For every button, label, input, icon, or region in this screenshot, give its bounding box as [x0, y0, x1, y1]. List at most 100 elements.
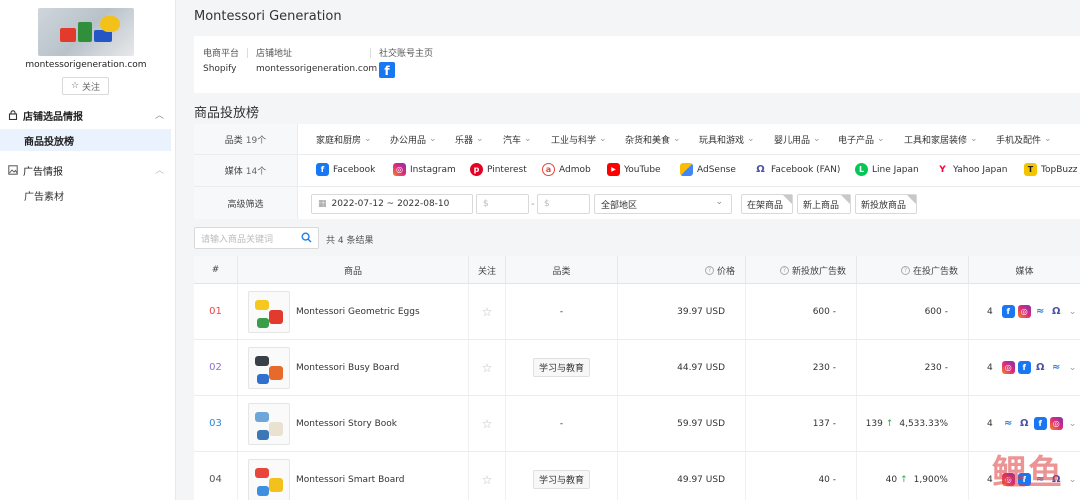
- help-icon: ?: [779, 265, 789, 275]
- instagram-icon: ◎: [1017, 305, 1031, 318]
- tag-new-ads[interactable]: 新投放商品: [855, 194, 917, 214]
- col-new-ads[interactable]: ? 新投放广告数: [746, 256, 857, 284]
- facebook-icon[interactable]: f: [379, 62, 395, 78]
- media-facebook[interactable]: f Facebook: [316, 163, 375, 176]
- media-icons: 4 f ◎ ≈ Ω ⌄: [987, 305, 1076, 318]
- price-min-input[interactable]: $: [476, 194, 529, 214]
- product-thumbnail[interactable]: [248, 458, 290, 500]
- table-header: # 商品 关注 品类 ? 价格 ? 新投放广告数 ? 在投广告数 媒体: [194, 256, 1080, 284]
- media-instagram[interactable]: ◎ Instagram: [393, 163, 456, 176]
- platform-value: Shopify: [203, 64, 237, 74]
- media-youtube[interactable]: ▶ YouTube: [607, 163, 661, 176]
- new-ads-count: 40 -: [818, 474, 836, 485]
- table-row[interactable]: 01 Montessori Geometric Eggs ☆ - 39.97 U…: [194, 284, 1080, 340]
- watermark-logo: 鲤鱼: [992, 453, 1064, 493]
- messenger-icon: ≈: [1001, 417, 1015, 430]
- star-icon[interactable]: ☆: [482, 473, 493, 487]
- search-icon[interactable]: [301, 232, 312, 246]
- tag-new-listed[interactable]: 新上商品: [797, 194, 851, 214]
- media-pinterest[interactable]: p Pinterest: [470, 163, 527, 176]
- messenger-icon: ≈: [1033, 305, 1047, 318]
- product-name[interactable]: Montessori Story Book: [296, 419, 397, 429]
- category-industrial[interactable]: 工业与科学: [551, 133, 607, 146]
- follow-button[interactable]: ☆ 关注: [62, 77, 109, 95]
- nav-group-shop-intel[interactable]: 店铺选品情报 ︿: [0, 105, 176, 125]
- store-value[interactable]: montessorigeneration.com: [256, 64, 377, 74]
- category-electronics[interactable]: 电子产品: [838, 133, 885, 146]
- line-icon: L: [855, 163, 868, 176]
- table-row[interactable]: 04 Montessori Smart Board ☆ 学习与教育 49.97 …: [194, 452, 1080, 500]
- col-follow: 关注: [469, 256, 506, 284]
- chevron-up-icon[interactable]: ︿: [155, 108, 164, 121]
- col-category: 品类: [506, 256, 618, 284]
- category-filter-row: 品类 19个 家庭和厨房 办公用品 乐器 汽车 工业与科学 杂货和美食 玩具和游…: [194, 124, 1080, 155]
- chevron-down-icon[interactable]: ⌄: [1069, 419, 1077, 429]
- page-title: Montessori Generation: [194, 9, 342, 24]
- product-name[interactable]: Montessori Busy Board: [296, 363, 399, 373]
- lock-icon: [8, 110, 18, 120]
- product-price: 44.97 USD: [677, 362, 725, 373]
- region-select[interactable]: 全部地区 ⌄: [594, 194, 732, 214]
- media-yahoo[interactable]: Y Yahoo Japan: [936, 163, 1007, 176]
- col-active-ads[interactable]: ? 在投广告数: [857, 256, 969, 284]
- new-ads-count: 600 -: [812, 306, 836, 317]
- product-search-input[interactable]: 请输入商品关键词: [194, 227, 319, 249]
- product-category: -: [559, 306, 564, 317]
- category-office[interactable]: 办公用品: [390, 133, 437, 146]
- star-icon[interactable]: ☆: [482, 305, 493, 319]
- product-name[interactable]: Montessori Smart Board: [296, 475, 405, 485]
- category-home-kitchen[interactable]: 家庭和厨房: [316, 133, 372, 146]
- image-icon: [8, 165, 18, 175]
- category-tools[interactable]: 工具和家居装修: [904, 133, 978, 146]
- star-icon[interactable]: ☆: [482, 417, 493, 431]
- rank: 04: [209, 474, 222, 485]
- shop-info-card: 电商平台 店铺地址 社交账号主页 Shopify montessorigener…: [194, 36, 1080, 93]
- media-line[interactable]: L Line Japan: [855, 163, 919, 176]
- product-price: 49.97 USD: [677, 474, 725, 485]
- chevron-up-icon[interactable]: ︿: [155, 163, 164, 176]
- product-thumbnail[interactable]: [248, 290, 290, 333]
- category-grocery[interactable]: 杂货和美食: [625, 133, 681, 146]
- category-phones[interactable]: 手机及配件: [996, 133, 1052, 146]
- help-icon: ?: [900, 265, 910, 275]
- table-row[interactable]: 03 Montessori Story Book ☆ - 59.97 USD 1…: [194, 396, 1080, 452]
- active-ads-count: 40: [885, 474, 898, 485]
- category-toys[interactable]: 玩具和游戏: [699, 133, 755, 146]
- admob-icon: a: [542, 163, 555, 176]
- chevron-down-icon[interactable]: ⌄: [1069, 363, 1077, 373]
- category-instruments[interactable]: 乐器: [455, 133, 484, 146]
- col-rank: #: [194, 256, 238, 284]
- active-ads-count: 139: [865, 418, 883, 429]
- section-title: 商品投放榜: [194, 106, 260, 121]
- active-ads-count: 600: [924, 306, 942, 317]
- category-automotive[interactable]: 汽车: [503, 133, 532, 146]
- chevron-down-icon[interactable]: ⌄: [1069, 475, 1077, 485]
- nav-item-ad-creatives[interactable]: 广告素材: [0, 184, 171, 206]
- price-max-input[interactable]: $: [537, 194, 590, 214]
- col-price[interactable]: ? 价格: [618, 256, 746, 284]
- media-count: 4: [987, 306, 993, 317]
- date-range-picker[interactable]: ▦ 2022-07-12 ~ 2022-08-10: [311, 194, 473, 214]
- media-filter-label: 媒体: [224, 167, 243, 177]
- help-icon: ?: [704, 265, 714, 275]
- instagram-icon: ◎: [1049, 417, 1063, 430]
- nav-group-ad-intel[interactable]: 广告情报 ︿: [0, 160, 176, 180]
- chevron-down-icon[interactable]: ⌄: [1069, 307, 1077, 317]
- media-adsense[interactable]: AdSense: [680, 163, 736, 176]
- platform-label: 电商平台: [203, 49, 240, 59]
- product-name[interactable]: Montessori Geometric Eggs: [296, 307, 420, 317]
- table-row[interactable]: 02 Montessori Busy Board ☆ 学习与教育 44.97 U…: [194, 340, 1080, 396]
- new-ads-count: 230 -: [812, 362, 836, 373]
- media-topbuzz[interactable]: T TopBuzz J: [1024, 163, 1080, 176]
- nav-group-label: 店铺选品情报: [23, 111, 83, 123]
- star-icon[interactable]: ☆: [482, 361, 493, 375]
- product-thumbnail[interactable]: [248, 402, 290, 445]
- category-baby[interactable]: 婴儿用品: [774, 133, 821, 146]
- nav-item-product-ranking[interactable]: 商品投放榜: [0, 129, 171, 151]
- media-facebook-fan[interactable]: Ω Facebook (FAN): [754, 163, 840, 176]
- facebook-icon: f: [1017, 361, 1031, 374]
- product-thumbnail[interactable]: [248, 346, 290, 389]
- tag-on-shelf[interactable]: 在架商品: [741, 194, 793, 214]
- media-admob[interactable]: a Admob: [542, 163, 591, 176]
- audience-network-icon: Ω: [1033, 361, 1047, 374]
